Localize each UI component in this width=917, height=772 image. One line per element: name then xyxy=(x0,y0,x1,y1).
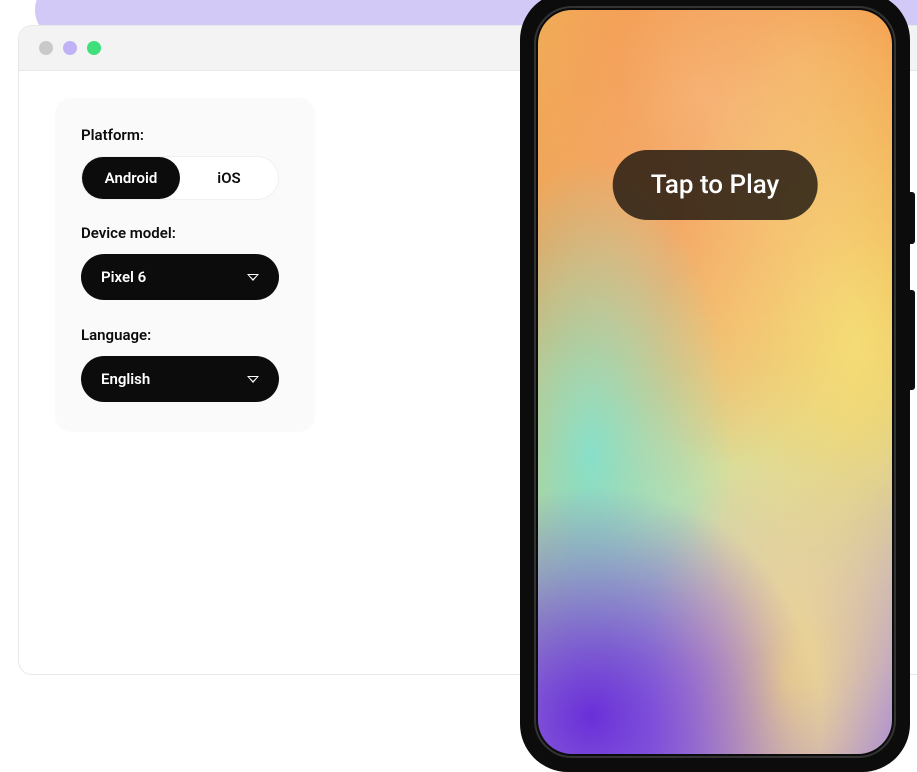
platform-segmented-control: Android iOS xyxy=(81,156,279,200)
window-minimize-dot[interactable] xyxy=(63,41,77,55)
device-model-select[interactable]: Pixel 6 xyxy=(81,254,279,300)
chevron-down-icon xyxy=(247,274,259,281)
window-maximize-dot[interactable] xyxy=(87,41,101,55)
platform-label: Platform: xyxy=(81,126,289,144)
phone-side-button xyxy=(910,290,915,390)
device-model-label: Device model: xyxy=(81,224,289,242)
language-value: English xyxy=(101,370,150,388)
tap-to-play-button[interactable]: Tap to Play xyxy=(613,150,818,220)
phone-side-button xyxy=(910,192,915,244)
device-model-value: Pixel 6 xyxy=(101,268,146,286)
chevron-down-icon xyxy=(247,376,259,383)
window-close-dot[interactable] xyxy=(39,41,53,55)
config-panel: Platform: Android iOS Device model: Pixe… xyxy=(55,98,315,432)
device-frame: Tap to Play xyxy=(520,0,910,772)
device-screen[interactable]: Tap to Play xyxy=(538,10,892,754)
language-select[interactable]: English xyxy=(81,356,279,402)
platform-option-android[interactable]: Android xyxy=(82,157,180,199)
device-bezel: Tap to Play xyxy=(534,6,896,758)
language-label: Language: xyxy=(81,326,289,344)
platform-option-ios[interactable]: iOS xyxy=(180,157,278,199)
